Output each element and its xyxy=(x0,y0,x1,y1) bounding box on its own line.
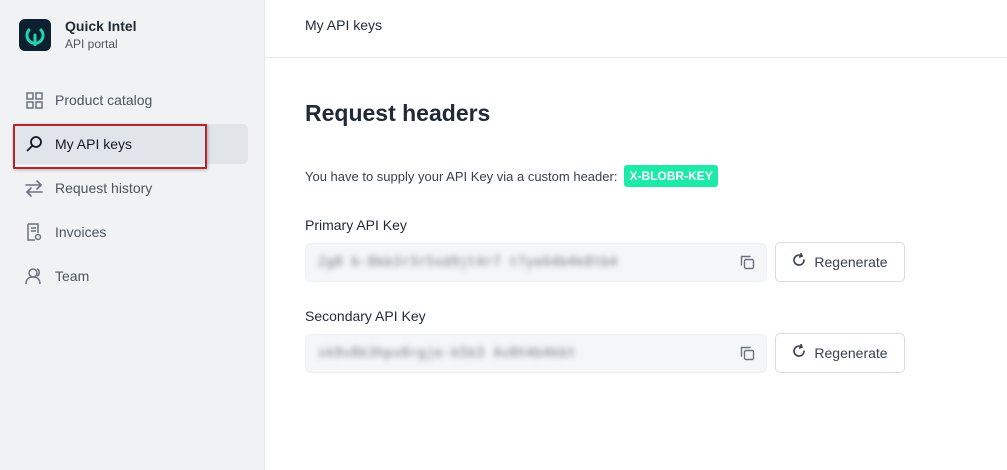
sidebar-item-label: Product catalog xyxy=(55,92,153,108)
grid-icon xyxy=(25,91,43,109)
top-bar: My API keys xyxy=(265,0,1007,58)
page-breadcrumb: My API keys xyxy=(305,17,383,33)
copy-icon[interactable] xyxy=(738,254,756,272)
sidebar-item-label: My API keys xyxy=(55,136,133,152)
header-info: You have to supply your API Key via a cu… xyxy=(305,165,925,187)
sidebar-item-label: Invoices xyxy=(55,224,107,240)
brand-subtitle: API portal xyxy=(65,37,118,51)
regenerate-label: Regenerate xyxy=(814,254,888,270)
regenerate-primary-button[interactable]: Regenerate xyxy=(775,242,905,282)
key-icon xyxy=(25,135,43,153)
copy-icon[interactable] xyxy=(738,345,756,363)
primary-key-row: 2g8 b-8kb3r3r5xd9jt4r7 t7ye64b4k8tb4 Reg… xyxy=(305,242,925,282)
sidebar-item-request-history[interactable]: Request history xyxy=(12,168,248,208)
secondary-key-value: sk9v8k3hpv8rgje-k5b3 4v8h4b4kbt xyxy=(318,345,577,361)
brand[interactable]: Quick Intel API portal xyxy=(19,18,137,52)
secondary-key-label: Secondary API Key xyxy=(305,308,426,324)
main-content: Request headers You have to supply your … xyxy=(305,100,925,373)
sidebar-nav: Product catalog My API keys Request hist… xyxy=(12,80,248,300)
secondary-key-row: sk9v8k3hpv8rgje-k5b3 4v8h4b4kbt Regenera… xyxy=(305,333,925,373)
invoice-icon xyxy=(25,223,43,241)
brand-name: Quick Intel xyxy=(65,18,137,34)
refresh-icon xyxy=(792,343,806,363)
logo-icon xyxy=(19,19,51,51)
secondary-key-field[interactable]: sk9v8k3hpv8rgje-k5b3 4v8h4b4kbt xyxy=(305,333,767,373)
header-info-text: You have to supply your API Key via a cu… xyxy=(305,168,618,184)
refresh-icon xyxy=(792,252,806,272)
primary-key-field[interactable]: 2g8 b-8kb3r3r5xd9jt4r7 t7ye64b4k8tb4 xyxy=(305,242,767,282)
team-icon xyxy=(25,267,43,285)
regenerate-label: Regenerate xyxy=(814,345,888,361)
sidebar: Quick Intel API portal Product catalog M… xyxy=(0,0,265,470)
sidebar-item-product-catalog[interactable]: Product catalog xyxy=(12,80,248,120)
sidebar-item-my-api-keys[interactable]: My API keys xyxy=(12,124,248,169)
sidebar-item-label: Team xyxy=(55,268,90,284)
header-name-badge: X-BLOBR-KEY xyxy=(624,165,718,187)
sidebar-item-team[interactable]: Team xyxy=(12,256,248,296)
primary-key-value: 2g8 b-8kb3r3r5xd9jt4r7 t7ye64b4k8tb4 xyxy=(318,254,618,270)
arrows-icon xyxy=(25,179,43,197)
page-title: Request headers xyxy=(305,100,491,126)
sidebar-item-invoices[interactable]: Invoices xyxy=(12,212,248,252)
primary-key-label: Primary API Key xyxy=(305,217,407,233)
regenerate-secondary-button[interactable]: Regenerate xyxy=(775,333,905,373)
sidebar-item-label: Request history xyxy=(55,180,153,196)
